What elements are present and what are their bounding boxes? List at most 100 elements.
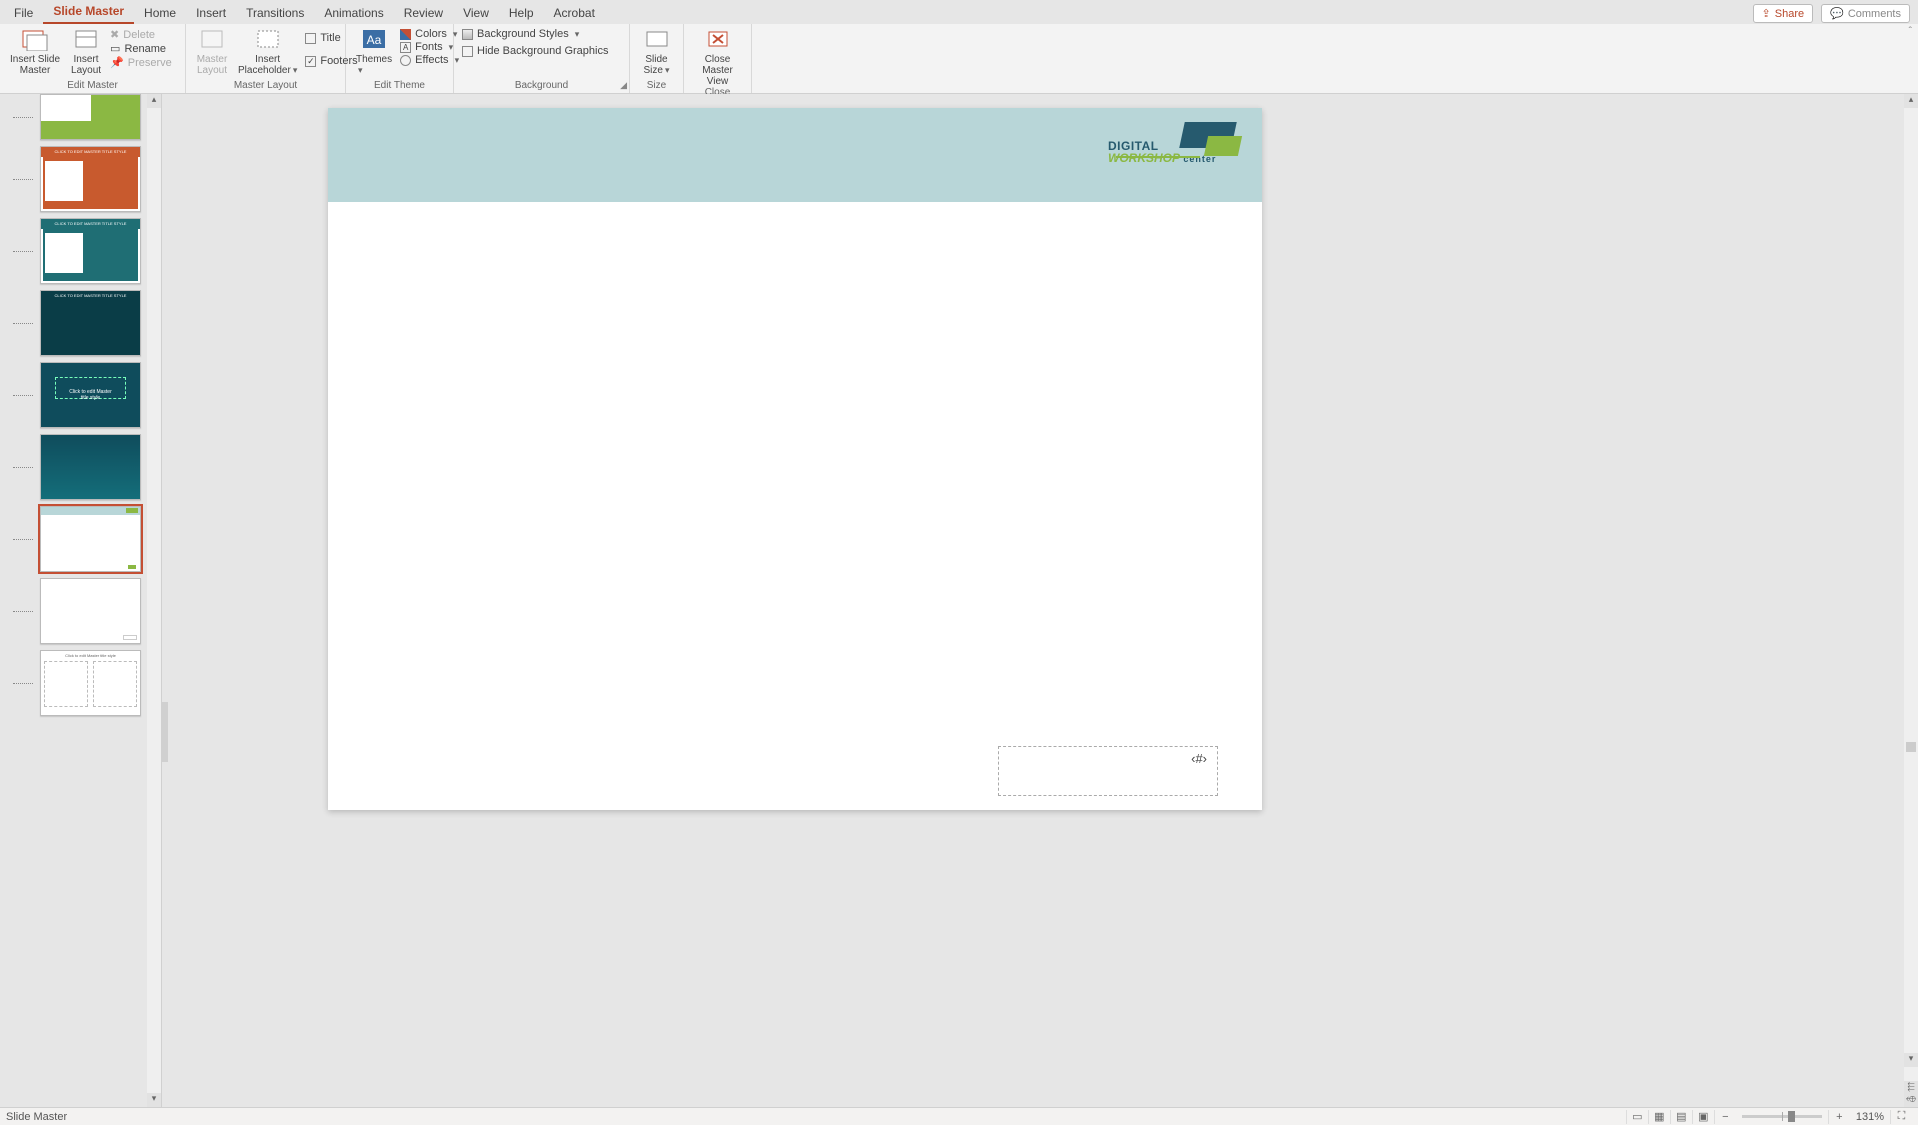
tab-help[interactable]: Help [499,2,544,24]
comments-button[interactable]: 💬 Comments [1821,4,1910,23]
next-slide-button[interactable]: ⬲ [1904,1094,1918,1107]
tab-acrobat[interactable]: Acrobat [544,2,605,24]
hide-bg-checkbox[interactable] [462,46,473,57]
layout-thumbnail-3[interactable]: CLICK TO EDIT MASTER TITLE STYLE [40,218,141,284]
colors-label: Colors [415,28,447,40]
stage-scroll-down[interactable]: ▾ [1904,1053,1918,1067]
insert-slide-master-label: Insert Slide Master [10,54,60,76]
group-background-label: Background [462,80,621,93]
themes-label: Themes▾ [356,54,392,76]
insert-slide-master-icon [19,28,51,52]
layout-thumbnail-5[interactable]: Click to edit Master title style [40,362,141,428]
comments-icon: 💬 [1830,7,1844,20]
group-master-layout-label: Master Layout [194,80,337,93]
fonts-icon: A [400,42,411,53]
zoom-in-button[interactable]: + [1828,1110,1850,1124]
slide-number-placeholder[interactable]: ‹#› [998,746,1218,796]
insert-layout-icon [70,28,102,52]
fonts-label: Fonts [415,41,443,53]
colors-button[interactable]: Colors▾ [400,28,459,40]
layout-thumbnail-6[interactable] [40,434,141,500]
layout-thumbnail-8[interactable] [40,578,141,644]
view-slideshow-button[interactable]: ▣ [1692,1110,1714,1124]
group-edit-master-label: Edit Master [8,80,177,93]
group-size: Slide Size▾ Size [630,24,684,93]
svg-text:Aa: Aa [367,33,382,47]
tab-home[interactable]: Home [134,2,186,24]
tab-insert[interactable]: Insert [186,2,236,24]
slide-size-button[interactable]: Slide Size▾ [639,26,675,76]
ribbon-collapse-button[interactable]: ˆ [1909,26,1912,37]
layout-thumbnail-4[interactable]: CLICK TO EDIT MASTER TITLE STYLE [40,290,141,356]
fit-to-window-button[interactable]: ⛶ [1890,1110,1912,1124]
slide-stage[interactable]: DIGITAL WORKSHOP center ‹#› ▴ ▾ ⬱ ⬲ [168,94,1918,1107]
preserve-label: Preserve [128,57,172,69]
slide-size-icon [641,28,673,52]
close-master-view-button[interactable]: Close Master View [692,26,743,87]
logo: DIGITAL WORKSHOP center [1108,122,1240,164]
group-close: Close Master View Close [684,24,752,93]
thumbnail-pane: CLICK TO EDIT MASTER TITLE STYLE CLICK T… [0,94,162,1107]
insert-layout-button[interactable]: Insert Layout [68,26,104,76]
background-styles-icon [462,29,473,40]
share-icon: ⇪ [1762,7,1771,20]
background-styles-button[interactable]: Background Styles▾ [462,28,608,40]
rename-button[interactable]: ▭ Rename [110,42,172,55]
background-styles-label: Background Styles [477,28,569,40]
thumbnail-list[interactable]: CLICK TO EDIT MASTER TITLE STYLE CLICK T… [0,94,147,1107]
stage-vertical-scrollbar[interactable]: ▴ ▾ ⬱ ⬲ [1904,94,1918,1107]
workspace: CLICK TO EDIT MASTER TITLE STYLE CLICK T… [0,94,1918,1107]
stage-scroll-thumb[interactable] [1906,742,1916,752]
tab-slide-master[interactable]: Slide Master [43,0,134,24]
delete-button[interactable]: ✖ Delete [110,28,172,41]
background-dialog-launcher[interactable]: ◢ [620,80,627,91]
hide-bg-checkbox-row[interactable]: Hide Background Graphics [462,45,608,57]
stage-scroll-up[interactable]: ▴ [1904,94,1918,108]
preserve-button[interactable]: 📌 Preserve [110,56,172,69]
close-master-view-label: Close Master View [694,54,741,87]
master-layout-icon [196,28,228,52]
master-layout-button[interactable]: Master Layout [194,26,230,76]
status-mode: Slide Master [6,1111,67,1123]
group-master-layout: Master Layout Insert Placeholder▾ Title … [186,24,346,93]
fonts-button[interactable]: A Fonts▾ [400,41,459,53]
tab-review[interactable]: Review [394,2,453,24]
view-normal-button[interactable]: ▭ [1626,1110,1648,1124]
themes-button[interactable]: Aa Themes▾ [354,26,394,76]
share-label: Share [1775,8,1804,20]
thumb-scroll-up[interactable]: ▴ [147,94,161,108]
ribbon: Insert Slide Master Insert Layout ✖ Dele… [0,24,1918,94]
tab-view[interactable]: View [453,2,499,24]
effects-button[interactable]: Effects▾ [400,54,459,66]
zoom-value[interactable]: 131% [1850,1111,1890,1123]
layout-thumbnail-2[interactable]: CLICK TO EDIT MASTER TITLE STYLE [40,146,141,212]
preserve-icon: 📌 [110,56,124,69]
slide-canvas[interactable]: DIGITAL WORKSHOP center ‹#› [328,108,1262,810]
tab-file[interactable]: File [4,2,43,24]
view-reading-button[interactable]: ▤ [1670,1110,1692,1124]
slide-size-label: Slide Size▾ [644,54,670,76]
previous-slide-button[interactable]: ⬱ [1904,1081,1918,1094]
group-edit-master: Insert Slide Master Insert Layout ✖ Dele… [0,24,186,93]
thumbnail-scrollbar[interactable]: ▴ ▾ [147,94,161,1107]
effects-icon [400,55,411,66]
ribbon-tabs: File Slide Master Home Insert Transition… [0,0,1918,24]
thumb-scroll-down[interactable]: ▾ [147,1093,161,1107]
layout-thumbnail-9[interactable]: Click to edit Master title style [40,650,141,716]
zoom-out-button[interactable]: − [1714,1110,1736,1124]
insert-placeholder-icon [252,28,284,52]
title-checkbox-label: Title [320,32,340,44]
tab-transitions[interactable]: Transitions [236,2,314,24]
insert-placeholder-button[interactable]: Insert Placeholder▾ [236,26,299,76]
group-edit-theme-label: Edit Theme [354,80,445,93]
tab-animations[interactable]: Animations [314,2,393,24]
zoom-slider[interactable] [1742,1115,1822,1118]
view-sorter-button[interactable]: ▦ [1648,1110,1670,1124]
title-checkbox[interactable] [305,33,316,44]
layout-thumbnail-1[interactable] [40,94,141,140]
insert-slide-master-button[interactable]: Insert Slide Master [8,26,62,76]
status-bar: Slide Master ▭ ▦ ▤ ▣ − + 131% ⛶ [0,1107,1918,1125]
layout-thumbnail-7[interactable] [40,506,141,572]
share-button[interactable]: ⇪ Share [1753,4,1814,23]
footers-checkbox[interactable] [305,56,316,67]
